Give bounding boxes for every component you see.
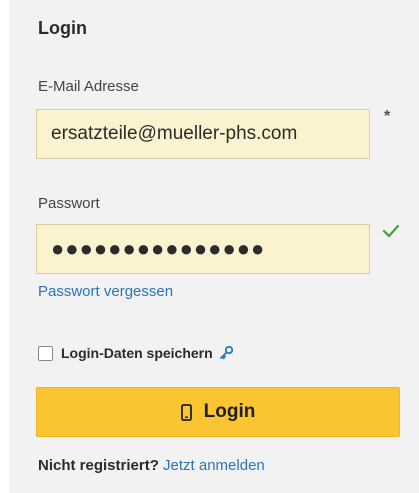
email-field[interactable]: ersatzteile@mueller-phs.com — [36, 109, 370, 159]
login-title: Login — [38, 18, 87, 38]
login-button-label: Login — [203, 401, 256, 422]
password-label: Passwort — [38, 195, 100, 212]
login-panel: Login E-Mail Adresse ersatzteile@mueller… — [9, 0, 419, 493]
forgot-password-link[interactable]: Passwort vergessen — [38, 283, 173, 300]
email-value: ersatzteile@mueller-phs.com — [51, 123, 298, 144]
password-value: ●●●●●●●●●●●●●●● — [51, 236, 266, 261]
required-marker: * — [384, 108, 391, 125]
key-icon[interactable] — [219, 346, 233, 360]
register-prompt: Nicht registriert? — [38, 457, 164, 474]
mobile-phone-icon — [180, 403, 192, 421]
email-label: E-Mail Adresse — [38, 78, 139, 95]
remember-label[interactable]: Login-Daten speichern — [61, 345, 213, 361]
login-button[interactable]: Login — [36, 387, 400, 437]
remember-checkbox[interactable] — [38, 345, 53, 361]
remember-row: Login-Daten speichern — [38, 345, 233, 361]
password-field[interactable]: ●●●●●●●●●●●●●●● — [36, 224, 370, 274]
register-link[interactable]: Jetzt anmelden — [163, 457, 265, 474]
checkmark-icon — [382, 224, 400, 238]
register-row: Nicht registriert? Jetzt anmelden — [38, 457, 265, 474]
